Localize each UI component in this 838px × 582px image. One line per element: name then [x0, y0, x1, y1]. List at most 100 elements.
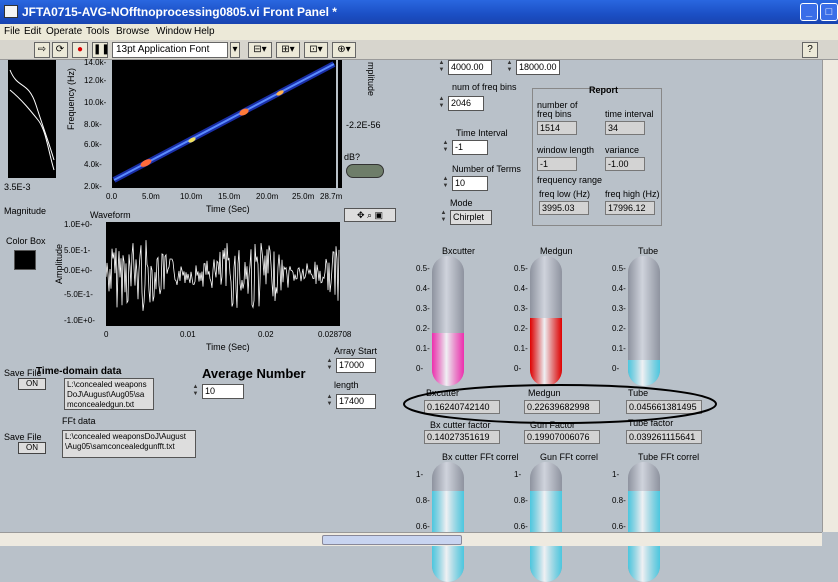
num-freq-bins-label: num of freq bins [452, 82, 517, 92]
spectrogram-y-tick: 2.0k- [84, 182, 102, 191]
freq-low-input[interactable]: 4000.00 [448, 60, 492, 75]
db-toggle-label: dB? [344, 152, 361, 162]
fft-path-input[interactable]: L:\concealed weaponsDoJ\August\Aug05\sam… [62, 430, 196, 458]
mode-spinner-icon[interactable]: ▲ ▼ [440, 210, 447, 225]
toolbar: ⇨ ⟳ ● ❚❚ 13pt Application Font ▾ ⊟▾ ⊞▾ ⊡… [0, 40, 838, 60]
run-continuous-icon[interactable]: ⟳ [52, 42, 68, 58]
horizontal-scrollbar[interactable] [0, 532, 822, 546]
num-freq-bins-input[interactable]: 2046 [448, 96, 484, 111]
array-start-input[interactable]: 17000 [336, 358, 376, 373]
top-tank-tick: 0.3- [416, 304, 430, 313]
freq-high-spinner-icon[interactable]: ▲ ▼ [506, 60, 513, 75]
time-interval-input[interactable]: -1 [452, 140, 488, 155]
bottom-tank [628, 462, 660, 582]
labview-app-icon [4, 5, 18, 18]
time-domain-title: Time-domain data [36, 366, 122, 377]
mode-label: Mode [450, 198, 473, 208]
average-number-spinner-icon[interactable]: ▲ ▼ [192, 384, 199, 399]
menu-browse[interactable]: Browse [116, 26, 149, 37]
menu-window[interactable]: Window [156, 26, 192, 37]
spectrogram-x-tick: 15.0m [218, 192, 241, 201]
freq-low-spinner-icon[interactable]: ▲ ▼ [438, 60, 445, 75]
time-domain-save-button[interactable]: ON [18, 378, 46, 390]
top-tank-tick: 0.4- [416, 284, 430, 293]
menu-file[interactable]: File [4, 26, 20, 37]
number-of-terms-input[interactable]: 10 [452, 176, 488, 191]
color-box[interactable] [14, 250, 36, 270]
maximize-button[interactable]: □ [820, 3, 838, 21]
minimize-button[interactable]: _ [800, 3, 818, 21]
bottom-tank-label: Gun FFt correl [540, 452, 599, 462]
menu-help[interactable]: Help [194, 26, 215, 37]
top-tank-tick: 0- [514, 364, 522, 373]
spectrogram-plot [112, 60, 336, 188]
report-num-freq-bins-value: 1514 [537, 121, 577, 135]
waveform-y-tick: 1.0E+0- [64, 220, 93, 229]
length-spinner-icon[interactable]: ▲ ▼ [326, 394, 333, 409]
gun-factor-value: 0.19907006076 [524, 430, 600, 444]
align-objects-icon[interactable]: ⊟▾ [248, 42, 272, 58]
graph-palette-tools[interactable]: ✥ ⌕ ▣ [344, 208, 396, 222]
vertical-scrollbar[interactable] [822, 60, 838, 532]
resize-objects-icon[interactable]: ⊡▾ [304, 42, 328, 58]
run-arrow-icon[interactable]: ⇨ [34, 42, 50, 58]
font-dropdown-icon[interactable]: ▾ [230, 42, 240, 58]
context-help-icon[interactable]: ? [802, 42, 818, 58]
horizontal-scroll-thumb[interactable] [322, 535, 462, 545]
report-freq-high-label: freq high (Hz) [605, 189, 660, 199]
report-cluster: Report number of freq bins 1514 time int… [532, 85, 662, 226]
title-bar: JFTA0715-AVG-NOfftnoprocessing0805.vi Fr… [0, 0, 838, 24]
front-panel: 3.5E-3 Magnitude Frequency (Hz) 14.0k- 1… [0, 58, 822, 582]
waveform-y-tick: 0.0E+0- [64, 266, 93, 275]
report-num-freq-bins-label: number of freq bins [537, 100, 578, 119]
spectrogram-y-tick: 14.0k- [84, 58, 107, 67]
top-tank-tick: 0.5- [612, 264, 626, 273]
distribute-objects-icon[interactable]: ⊞▾ [276, 42, 300, 58]
waveform-y-tick: 5.0E-1- [64, 246, 91, 255]
abort-icon[interactable]: ● [72, 42, 88, 58]
mode-select[interactable]: Chirplet [450, 210, 492, 225]
bottom-tank-tick: 0.8- [416, 496, 430, 505]
menu-edit[interactable]: Edit [24, 26, 41, 37]
font-select[interactable]: 13pt Application Font [112, 42, 228, 58]
freq-high-input[interactable]: 18000.00 [516, 60, 560, 75]
menu-operate[interactable]: Operate [46, 26, 82, 37]
top-tank-tick: 0.5- [416, 264, 430, 273]
bxcutter-factor-value: 0.14027351619 [424, 430, 500, 444]
fft-save-button[interactable]: ON [18, 442, 46, 454]
top-tank-fill [530, 318, 562, 386]
number-of-terms-label: Number of Terms [452, 164, 521, 174]
spectrogram-x-tick: 25.0m [292, 192, 315, 201]
bottom-tank-label: Bx cutter FFt correl [442, 452, 519, 462]
bottom-tank-tick: 1- [514, 470, 522, 479]
waveform-y-tick: -5.0E-1- [64, 290, 93, 299]
colorbar [338, 60, 342, 188]
pause-icon[interactable]: ❚❚ [92, 42, 110, 58]
time-domain-path-input[interactable]: L:\concealed weaponsDoJ\August\Aug05\sam… [64, 378, 154, 410]
spectrogram-x-tick: 5.0m [142, 192, 160, 201]
bottom-tank-tick: 0.6- [416, 522, 430, 531]
length-input[interactable]: 17400 [336, 394, 376, 409]
num-freq-bins-spinner-icon[interactable]: ▲ ▼ [438, 96, 445, 111]
color-box-label: Color Box [6, 236, 46, 246]
top-tank-tick: 0- [612, 364, 620, 373]
bottom-tank-tick: 0.8- [612, 496, 626, 505]
window-title: JFTA0715-AVG-NOfftnoprocessing0805.vi Fr… [22, 5, 337, 19]
average-number-label: Average Number [202, 366, 306, 381]
menu-tools[interactable]: Tools [86, 26, 109, 37]
time-interval-spinner-icon[interactable]: ▲ ▼ [442, 140, 449, 155]
top-tank-tick: 0.2- [612, 324, 626, 333]
array-start-spinner-icon[interactable]: ▲ ▼ [326, 358, 333, 373]
report-time-interval-label: time interval [605, 109, 654, 119]
number-of-terms-spinner-icon[interactable]: ▲ ▼ [442, 176, 449, 191]
top-tank-tick: 0.3- [514, 304, 528, 313]
top-tank [530, 256, 562, 386]
db-toggle-switch[interactable] [346, 164, 384, 178]
top-tank-label: Tube [638, 246, 659, 256]
reorder-icon[interactable]: ⊕▾ [332, 42, 356, 58]
spectrogram-x-tick: 28.7m [320, 192, 343, 201]
length-label: length [334, 380, 359, 390]
report-window-length-value: -1 [537, 157, 577, 171]
top-tank-tick: 0.5- [514, 264, 528, 273]
average-number-input[interactable]: 10 [202, 384, 244, 399]
